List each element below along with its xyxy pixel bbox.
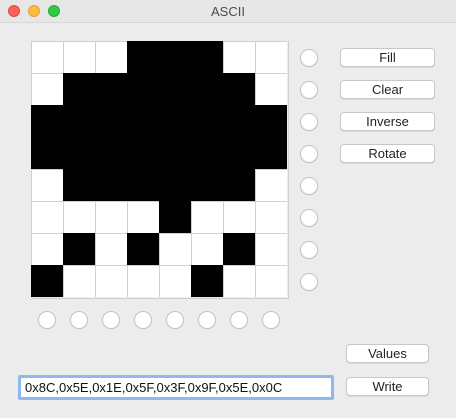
pixel-cell[interactable] bbox=[223, 233, 255, 265]
pixel-cell[interactable] bbox=[31, 265, 63, 297]
column-radio[interactable] bbox=[230, 311, 248, 329]
pixel-grid bbox=[31, 41, 289, 299]
pixel-cell[interactable] bbox=[63, 233, 95, 265]
pixel-cell[interactable] bbox=[31, 201, 63, 233]
pixel-cell[interactable] bbox=[223, 105, 255, 137]
column-radio[interactable] bbox=[198, 311, 216, 329]
column-radio[interactable] bbox=[102, 311, 120, 329]
pixel-cell[interactable] bbox=[127, 169, 159, 201]
row-radio[interactable] bbox=[300, 49, 318, 67]
pixel-cell[interactable] bbox=[159, 73, 191, 105]
pixel-cell[interactable] bbox=[127, 201, 159, 233]
pixel-cell[interactable] bbox=[255, 201, 287, 233]
pixel-cell[interactable] bbox=[223, 201, 255, 233]
pixel-cell[interactable] bbox=[223, 169, 255, 201]
row-radio[interactable] bbox=[300, 273, 318, 291]
row-radio[interactable] bbox=[300, 113, 318, 131]
pixel-cell[interactable] bbox=[63, 41, 95, 73]
pixel-cell[interactable] bbox=[63, 201, 95, 233]
pixel-cell[interactable] bbox=[31, 169, 63, 201]
pixel-cell[interactable] bbox=[159, 105, 191, 137]
pixel-cell[interactable] bbox=[127, 265, 159, 297]
pixel-cell[interactable] bbox=[95, 41, 127, 73]
write-button[interactable]: Write bbox=[346, 377, 429, 396]
pixel-cell[interactable] bbox=[95, 73, 127, 105]
row-radio[interactable] bbox=[300, 241, 318, 259]
inverse-button[interactable]: Inverse bbox=[340, 112, 435, 131]
pixel-cell[interactable] bbox=[127, 233, 159, 265]
pixel-cell[interactable] bbox=[191, 233, 223, 265]
pixel-cell[interactable] bbox=[63, 73, 95, 105]
pixel-cell[interactable] bbox=[31, 41, 63, 73]
pixel-cell[interactable] bbox=[191, 105, 223, 137]
pixel-cell[interactable] bbox=[63, 137, 95, 169]
pixel-cell[interactable] bbox=[159, 41, 191, 73]
pixel-cell[interactable] bbox=[127, 41, 159, 73]
window-title: ASCII bbox=[211, 4, 245, 19]
pixel-cell[interactable] bbox=[95, 105, 127, 137]
fill-button[interactable]: Fill bbox=[340, 48, 435, 67]
column-radio[interactable] bbox=[166, 311, 184, 329]
pixel-cell[interactable] bbox=[63, 105, 95, 137]
pixel-cell[interactable] bbox=[31, 105, 63, 137]
row-radio[interactable] bbox=[300, 209, 318, 227]
pixel-cell[interactable] bbox=[63, 265, 95, 297]
pixel-cell[interactable] bbox=[159, 265, 191, 297]
pixel-cell[interactable] bbox=[127, 73, 159, 105]
pixel-cell[interactable] bbox=[63, 169, 95, 201]
pixel-cell[interactable] bbox=[191, 169, 223, 201]
column-radio[interactable] bbox=[38, 311, 56, 329]
pixel-cell[interactable] bbox=[223, 41, 255, 73]
pixel-cell[interactable] bbox=[255, 169, 287, 201]
pixel-cell[interactable] bbox=[31, 73, 63, 105]
pixel-cell[interactable] bbox=[159, 169, 191, 201]
clear-button[interactable]: Clear bbox=[340, 80, 435, 99]
pixel-cell[interactable] bbox=[31, 137, 63, 169]
pixel-cell[interactable] bbox=[31, 233, 63, 265]
pixel-cell[interactable] bbox=[159, 137, 191, 169]
pixel-cell[interactable] bbox=[255, 233, 287, 265]
pixel-cell[interactable] bbox=[255, 137, 287, 169]
hex-values-field[interactable] bbox=[18, 375, 334, 400]
pixel-cell[interactable] bbox=[95, 265, 127, 297]
pixel-cell[interactable] bbox=[223, 265, 255, 297]
pixel-cell[interactable] bbox=[191, 73, 223, 105]
app-window: ASCII Fill Clear Inverse Rotate Values W… bbox=[0, 0, 456, 418]
title-bar: ASCII bbox=[0, 0, 456, 23]
pixel-cell[interactable] bbox=[95, 169, 127, 201]
pixel-cell[interactable] bbox=[191, 137, 223, 169]
pixel-cell[interactable] bbox=[95, 201, 127, 233]
pixel-cell[interactable] bbox=[159, 201, 191, 233]
pixel-cell[interactable] bbox=[255, 41, 287, 73]
column-radio[interactable] bbox=[134, 311, 152, 329]
pixel-cell[interactable] bbox=[255, 265, 287, 297]
row-radio[interactable] bbox=[300, 177, 318, 195]
pixel-cell[interactable] bbox=[95, 137, 127, 169]
row-radio[interactable] bbox=[300, 145, 318, 163]
column-radio[interactable] bbox=[262, 311, 280, 329]
pixel-cell[interactable] bbox=[127, 105, 159, 137]
pixel-cell[interactable] bbox=[191, 41, 223, 73]
pixel-cell[interactable] bbox=[191, 201, 223, 233]
pixel-cell[interactable] bbox=[223, 137, 255, 169]
pixel-cell[interactable] bbox=[191, 265, 223, 297]
pixel-cell[interactable] bbox=[127, 137, 159, 169]
pixel-cell[interactable] bbox=[255, 73, 287, 105]
rotate-button[interactable]: Rotate bbox=[340, 144, 435, 163]
values-button[interactable]: Values bbox=[346, 344, 429, 363]
pixel-cell[interactable] bbox=[255, 105, 287, 137]
pixel-cell[interactable] bbox=[223, 73, 255, 105]
row-radio[interactable] bbox=[300, 81, 318, 99]
pixel-cell[interactable] bbox=[159, 233, 191, 265]
pixel-cell[interactable] bbox=[95, 233, 127, 265]
column-radio[interactable] bbox=[70, 311, 88, 329]
